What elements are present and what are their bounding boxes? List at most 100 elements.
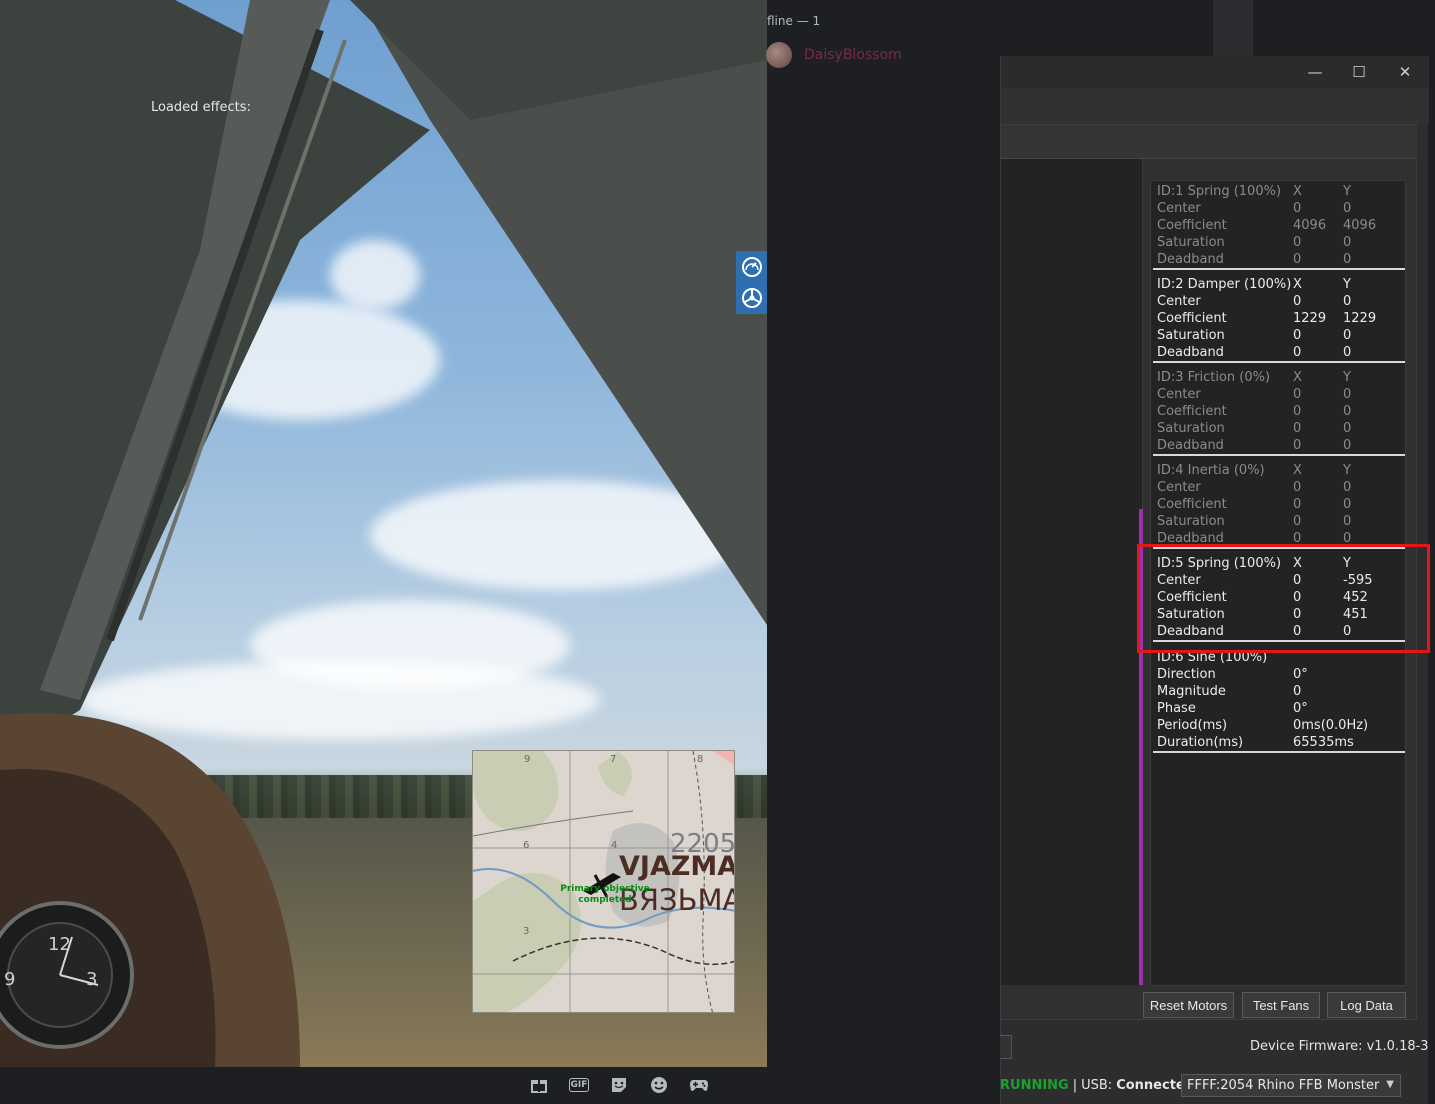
member-name: DaisyBlossom bbox=[804, 47, 902, 63]
axis-y-label: Y bbox=[1343, 277, 1351, 292]
axis-x-label: X bbox=[1293, 463, 1302, 478]
param-label: Duration(ms) bbox=[1157, 735, 1244, 750]
param-label: Coefficient bbox=[1157, 218, 1227, 233]
device-select[interactable]: FFFF:2054 Rhino FFB Monster ▼ bbox=[1181, 1074, 1401, 1097]
partial-control[interactable] bbox=[1000, 1035, 1012, 1059]
emoji-icon[interactable] bbox=[648, 1075, 670, 1095]
axis-y-label: Y bbox=[1343, 370, 1351, 385]
param-label: Period(ms) bbox=[1157, 718, 1228, 733]
reset-motors-button[interactable]: Reset Motors bbox=[1143, 992, 1234, 1018]
game-view: 12 3 9 9 7 8 6 4 3 2205 VJAZMA ВЯЗЬМА Pr… bbox=[0, 0, 767, 1067]
param-label: Saturation bbox=[1157, 235, 1225, 250]
minimap-grid-label: 4 bbox=[611, 840, 618, 851]
param-x: 0 bbox=[1293, 438, 1302, 453]
param-y: 0 bbox=[1343, 345, 1352, 360]
param-label: Center bbox=[1157, 387, 1201, 402]
minimize-button[interactable]: — bbox=[1303, 61, 1327, 83]
param-label: Center bbox=[1157, 294, 1201, 309]
param-x: 0 bbox=[1293, 421, 1302, 436]
status-separator: | bbox=[1072, 1077, 1078, 1093]
param-y: 0 bbox=[1343, 480, 1352, 495]
param-label: Deadband bbox=[1157, 252, 1224, 267]
param-label: Saturation bbox=[1157, 328, 1225, 343]
param-label: Direction bbox=[1157, 667, 1216, 682]
maximize-button[interactable]: ☐ bbox=[1347, 61, 1371, 83]
effect-block: ID:2 Damper (100%) X Y Center 0 0 Coefficien… bbox=[1153, 276, 1405, 363]
highlight-annotation bbox=[1137, 544, 1430, 653]
param-x: 0 bbox=[1293, 387, 1302, 402]
test-fans-button[interactable]: Test Fans bbox=[1242, 992, 1320, 1018]
param-label: Deadband bbox=[1157, 438, 1224, 453]
param-x: 0 bbox=[1293, 294, 1302, 309]
param-value: 65535ms bbox=[1293, 735, 1354, 750]
param-x: 0 bbox=[1293, 497, 1302, 512]
param-y: 0 bbox=[1343, 294, 1352, 309]
loaded-effects-label: Loaded effects: bbox=[151, 100, 251, 115]
background-window bbox=[1000, 0, 1435, 56]
firmware-label: Device Firmware: bbox=[1250, 1039, 1363, 1054]
log-data-button[interactable]: Log Data bbox=[1327, 992, 1406, 1018]
gif-icon[interactable]: GIF bbox=[569, 1078, 589, 1092]
param-value: 0° bbox=[1293, 701, 1308, 716]
effect-header: ID:1 Spring (100%) bbox=[1157, 184, 1282, 199]
firmware-version: v1.0.18-3 bbox=[1366, 1039, 1429, 1054]
minimap[interactable]: 9 7 8 6 4 3 2205 VJAZMA ВЯЗЬМА Primary o… bbox=[472, 750, 735, 1013]
param-y: 0 bbox=[1343, 514, 1352, 529]
param-x: 0 bbox=[1293, 345, 1302, 360]
param-y: 1229 bbox=[1343, 311, 1377, 326]
axis-x-label: X bbox=[1293, 277, 1302, 292]
param-y: 0 bbox=[1343, 235, 1352, 250]
axis-y-label: Y bbox=[1343, 463, 1351, 478]
status-running: RUNNING bbox=[1000, 1077, 1069, 1093]
speedometer-icon[interactable] bbox=[736, 251, 767, 282]
gift-icon[interactable] bbox=[528, 1075, 550, 1095]
param-y: 0 bbox=[1343, 497, 1352, 512]
param-y: 0 bbox=[1343, 404, 1352, 419]
param-x: 0 bbox=[1293, 404, 1302, 419]
param-value: 0ms(0.0Hz) bbox=[1293, 718, 1369, 733]
avatar[interactable] bbox=[766, 42, 792, 68]
param-label: Coefficient bbox=[1157, 497, 1227, 512]
param-label: Saturation bbox=[1157, 421, 1225, 436]
param-label: Phase bbox=[1157, 701, 1196, 716]
app-menu-bar bbox=[1001, 88, 1429, 124]
chat-input-toolbar: GIF bbox=[0, 1067, 767, 1104]
close-button[interactable]: ✕ bbox=[1393, 61, 1417, 83]
param-y: 0 bbox=[1343, 421, 1352, 436]
offline-section-header: fline — 1 bbox=[767, 14, 821, 28]
gamepad-icon[interactable] bbox=[688, 1075, 710, 1095]
graph-area bbox=[1001, 159, 1143, 985]
effect-block: ID:4 Inertia (0%) X Y Center 0 0 Coefficient… bbox=[1153, 462, 1405, 549]
axis-y-label: Y bbox=[1343, 184, 1351, 199]
param-x: 0 bbox=[1293, 514, 1302, 529]
axis-x-label: X bbox=[1293, 184, 1302, 199]
minimap-grid-label: 9 bbox=[524, 754, 531, 765]
param-label: Center bbox=[1157, 201, 1201, 216]
param-label: Center bbox=[1157, 480, 1201, 495]
param-x: 0 bbox=[1293, 252, 1302, 267]
param-x: 1229 bbox=[1293, 311, 1327, 326]
param-value: 0° bbox=[1293, 667, 1308, 682]
param-label: Magnitude bbox=[1157, 684, 1226, 699]
param-label: Coefficient bbox=[1157, 311, 1227, 326]
minimap-terrain bbox=[473, 751, 734, 1012]
objective-status: Primary objective completed bbox=[560, 884, 650, 905]
discord-member-list bbox=[767, 0, 1000, 1104]
title-bar[interactable]: — ☐ ✕ bbox=[1001, 56, 1429, 88]
param-y: 0 bbox=[1343, 438, 1352, 453]
member-list-item[interactable]: DaisyBlossom bbox=[766, 42, 902, 68]
minimap-grid-label: 6 bbox=[523, 840, 530, 851]
game-hud-panel bbox=[736, 251, 767, 314]
device-firmware: Device Firmware: v1.0.18-3 bbox=[1246, 1039, 1429, 1054]
effect-header: ID:4 Inertia (0%) bbox=[1157, 463, 1265, 478]
minimap-grid-label: 8 bbox=[697, 754, 704, 765]
status-bar: RUNNING | USB: Connected bbox=[1000, 1074, 1194, 1096]
effect-header: ID:3 Friction (0%) bbox=[1157, 370, 1271, 385]
param-value: 0 bbox=[1293, 684, 1302, 699]
effect-header: ID:2 Damper (100%) bbox=[1157, 277, 1292, 292]
sticker-icon[interactable] bbox=[608, 1075, 630, 1095]
param-y: 0 bbox=[1343, 201, 1352, 216]
steering-wheel-icon[interactable] bbox=[736, 282, 767, 313]
svg-text:9: 9 bbox=[4, 969, 15, 990]
param-label: Saturation bbox=[1157, 514, 1225, 529]
